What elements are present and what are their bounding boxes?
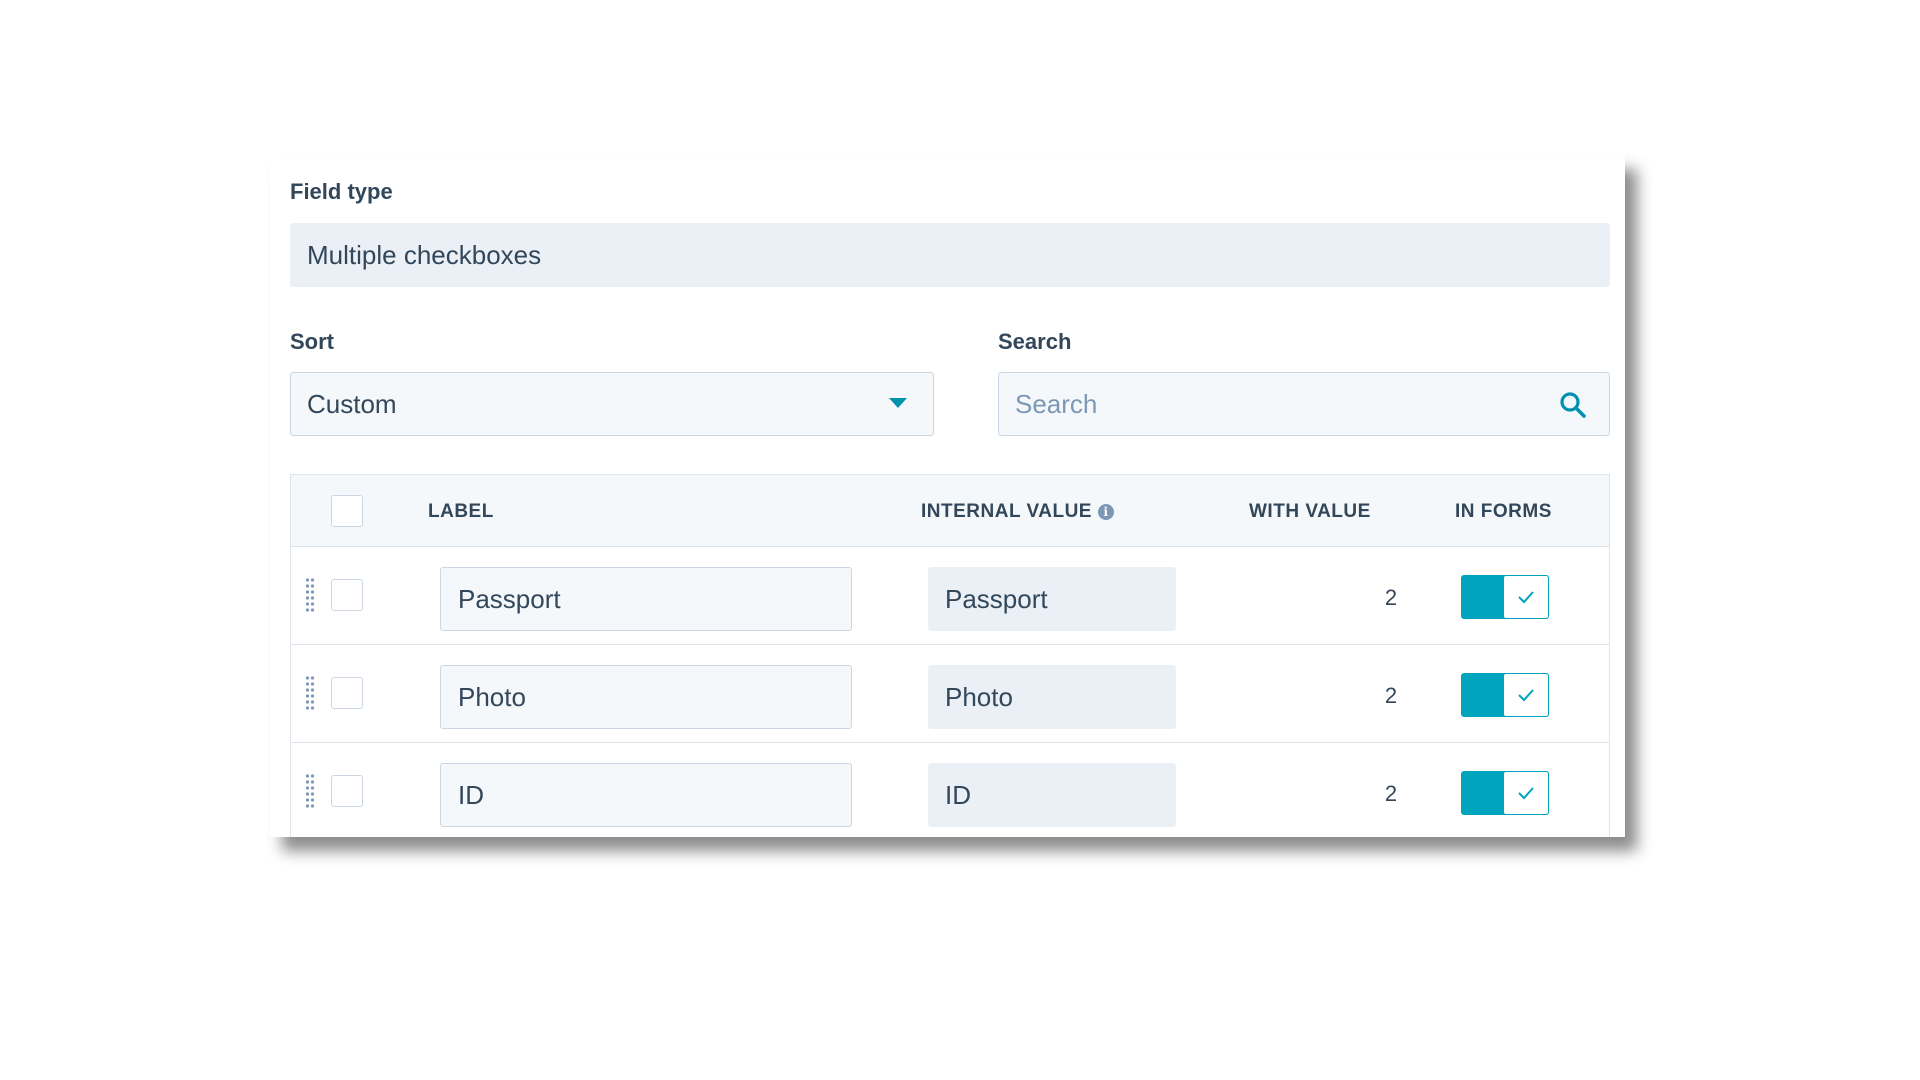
property-options-card: Field type Multiple checkboxes Sort Cust… [270,155,1625,837]
column-header-internal-value-text: INTERNAL VALUE [921,501,1092,522]
option-label-input[interactable]: Photo [440,665,852,729]
row-checkbox[interactable] [331,775,363,807]
caret-down-icon [889,398,907,408]
with-value-count: 2 [1384,781,1398,806]
field-type-field[interactable]: Multiple checkboxes [290,223,1610,287]
option-label-input[interactable]: Passport [440,567,852,631]
field-type-label: Field type [290,179,393,204]
search-label: Search [998,329,1072,354]
sort-select[interactable]: Custom [290,372,934,436]
sort-select-value: Custom [307,388,397,419]
search-input[interactable] [999,373,1539,435]
table-row: Passport Passport 2 [291,547,1609,645]
search-icon[interactable] [1559,391,1587,419]
drag-handle-icon[interactable] [305,773,315,809]
table-header: LABEL INTERNAL VALUE i WITH VALUE IN FORM… [291,475,1609,547]
in-forms-toggle[interactable] [1461,771,1549,815]
checkmark-icon [1518,689,1534,702]
checkmark-icon [1518,787,1534,800]
select-all-checkbox[interactable] [331,495,363,527]
in-forms-toggle[interactable] [1461,673,1549,717]
option-label-input[interactable]: ID [440,763,852,827]
row-checkbox[interactable] [331,579,363,611]
option-internal-value-field[interactable]: Photo [928,665,1176,729]
drag-handle-icon[interactable] [305,577,315,613]
options-table: LABEL INTERNAL VALUE i WITH VALUE IN FORM… [290,474,1610,837]
toggle-knob [1503,771,1549,815]
search-field[interactable] [998,372,1610,436]
checkmark-icon [1518,591,1534,604]
sort-label: Sort [290,329,334,354]
toggle-knob [1503,673,1549,717]
info-icon[interactable]: i [1097,504,1114,520]
column-header-in-forms[interactable]: IN FORMS [1455,501,1552,523]
toggle-knob [1503,575,1549,619]
column-header-label[interactable]: LABEL [428,501,494,523]
table-row: Photo Photo 2 [291,645,1609,743]
table-row: ID ID 2 [291,743,1609,837]
column-header-internal-value[interactable]: INTERNAL VALUE i [921,501,1114,523]
option-internal-value-field[interactable]: Passport [928,567,1176,631]
row-checkbox[interactable] [331,677,363,709]
with-value-count: 2 [1384,683,1398,708]
drag-handle-icon[interactable] [305,675,315,711]
with-value-count: 2 [1384,585,1398,610]
in-forms-toggle[interactable] [1461,575,1549,619]
option-internal-value-field[interactable]: ID [928,763,1176,827]
column-header-with-value[interactable]: WITH VALUE [1249,501,1371,523]
